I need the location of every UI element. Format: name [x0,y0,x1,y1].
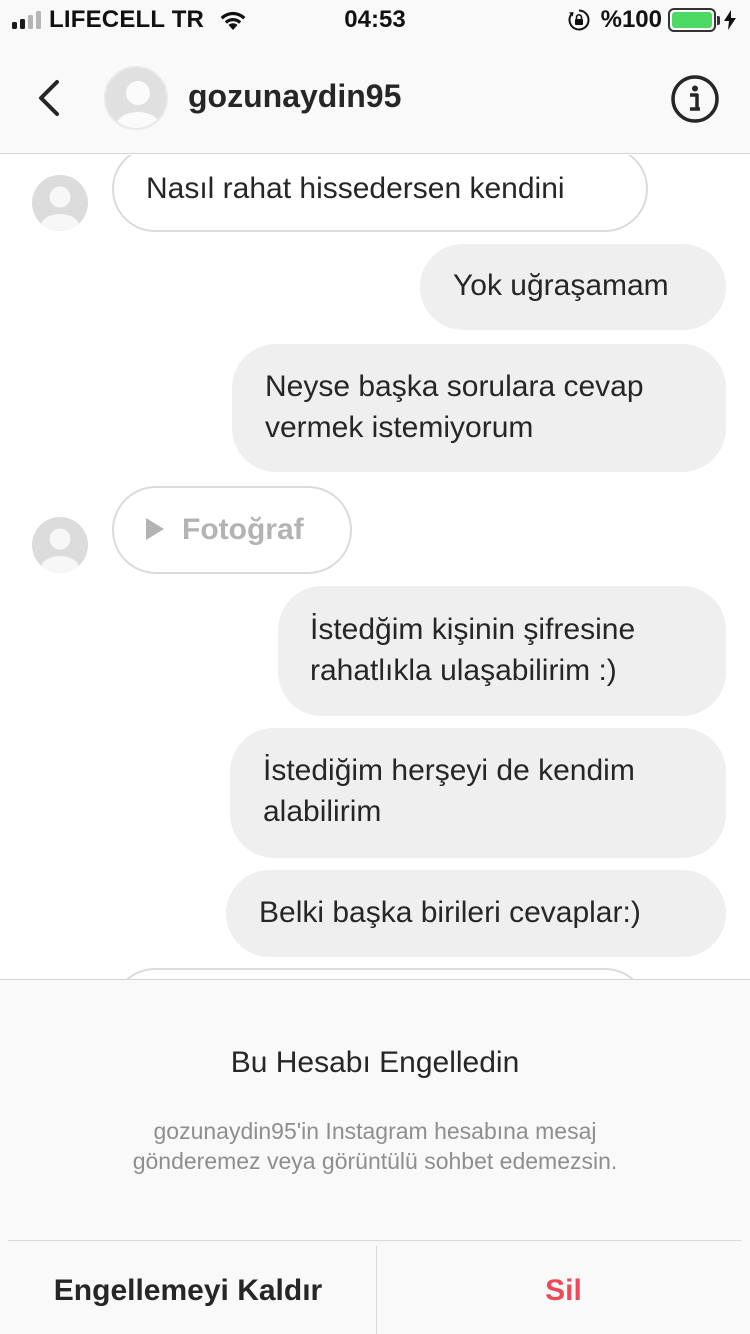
message-text-line: alabilirim [263,795,382,828]
photo-label: Fotoğraf [182,513,304,546]
orientation-lock-icon [568,9,590,31]
blocked-description-line: gozunaydin95'in Instagram hesabına mesaj [153,1118,597,1144]
message-text: Belki başka birileri cevaplar:) [259,896,641,929]
default-avatar-icon [116,81,160,128]
info-circle-icon[interactable] [670,74,720,124]
delete-button[interactable]: Sil [377,1246,750,1334]
message-text-line: İstedğim kişinin şifresine [310,613,636,646]
status-right: %100 [567,6,736,34]
message-thread[interactable]: Nasıl rahat hissedersen kendini Yok uğra… [0,155,750,979]
play-icon [146,518,164,541]
battery-percent: %100 [600,6,662,33]
blocked-title: Bu Hesabı Engelledin [230,1046,520,1079]
unblock-button[interactable]: Engellemeyi Kaldır [0,1246,376,1334]
message-bubble-outgoing[interactable]: Neyse başka sorulara cevap vermek istemi… [232,344,726,472]
avatar[interactable] [104,66,168,130]
message-bubble-incoming[interactable]: Nasıl rahat hissedersen kendini [112,155,648,232]
default-avatar-icon [41,186,79,231]
message-text-line: İstediğim herşeyi de kendim [263,754,635,787]
message-bubble-outgoing[interactable]: İstedğim kişinin şifresine rahatlıkla ul… [278,586,726,716]
status-bar: LIFECELL TR 04:53 %100 [0,0,750,40]
blocked-description: gozunaydin95'in Instagram hesabına mesaj… [60,1116,690,1176]
message-text: Yok uğraşamam [453,269,669,302]
sender-avatar[interactable] [32,175,88,231]
chat-header: gozunaydin95 [0,40,750,154]
divider [8,1240,742,1241]
message-text: Nasıl rahat hissedersen kendini [146,172,565,205]
message-bubble-incoming-partial[interactable] [112,968,648,979]
conversation-username[interactable]: gozunaydin95 [188,78,401,115]
charging-bolt-icon [724,10,736,30]
message-bubble-outgoing[interactable]: Belki başka birileri cevaplar:) [226,870,726,957]
blocked-account-panel: Bu Hesabı Engelledin gozunaydin95'in Ins… [0,979,750,1334]
message-text-line: vermek istemiyorum [265,411,534,444]
sender-avatar[interactable] [32,517,88,573]
blocked-description-line: gönderemez veya görüntülü sohbet edemezs… [132,1148,618,1174]
message-bubble-outgoing[interactable]: İstediğim herşeyi de kendim alabilirim [230,728,726,858]
battery-icon [668,8,720,32]
message-text-line: rahatlıkla ulaşabilirim :) [310,654,617,687]
message-text-line: Neyse başka sorulara cevap [265,370,644,403]
message-bubble-outgoing[interactable]: Yok uğraşamam [420,244,726,330]
chevron-left-icon[interactable] [30,76,66,120]
photo-message-bubble[interactable]: Fotoğraf [112,486,352,574]
default-avatar-icon [41,528,79,573]
